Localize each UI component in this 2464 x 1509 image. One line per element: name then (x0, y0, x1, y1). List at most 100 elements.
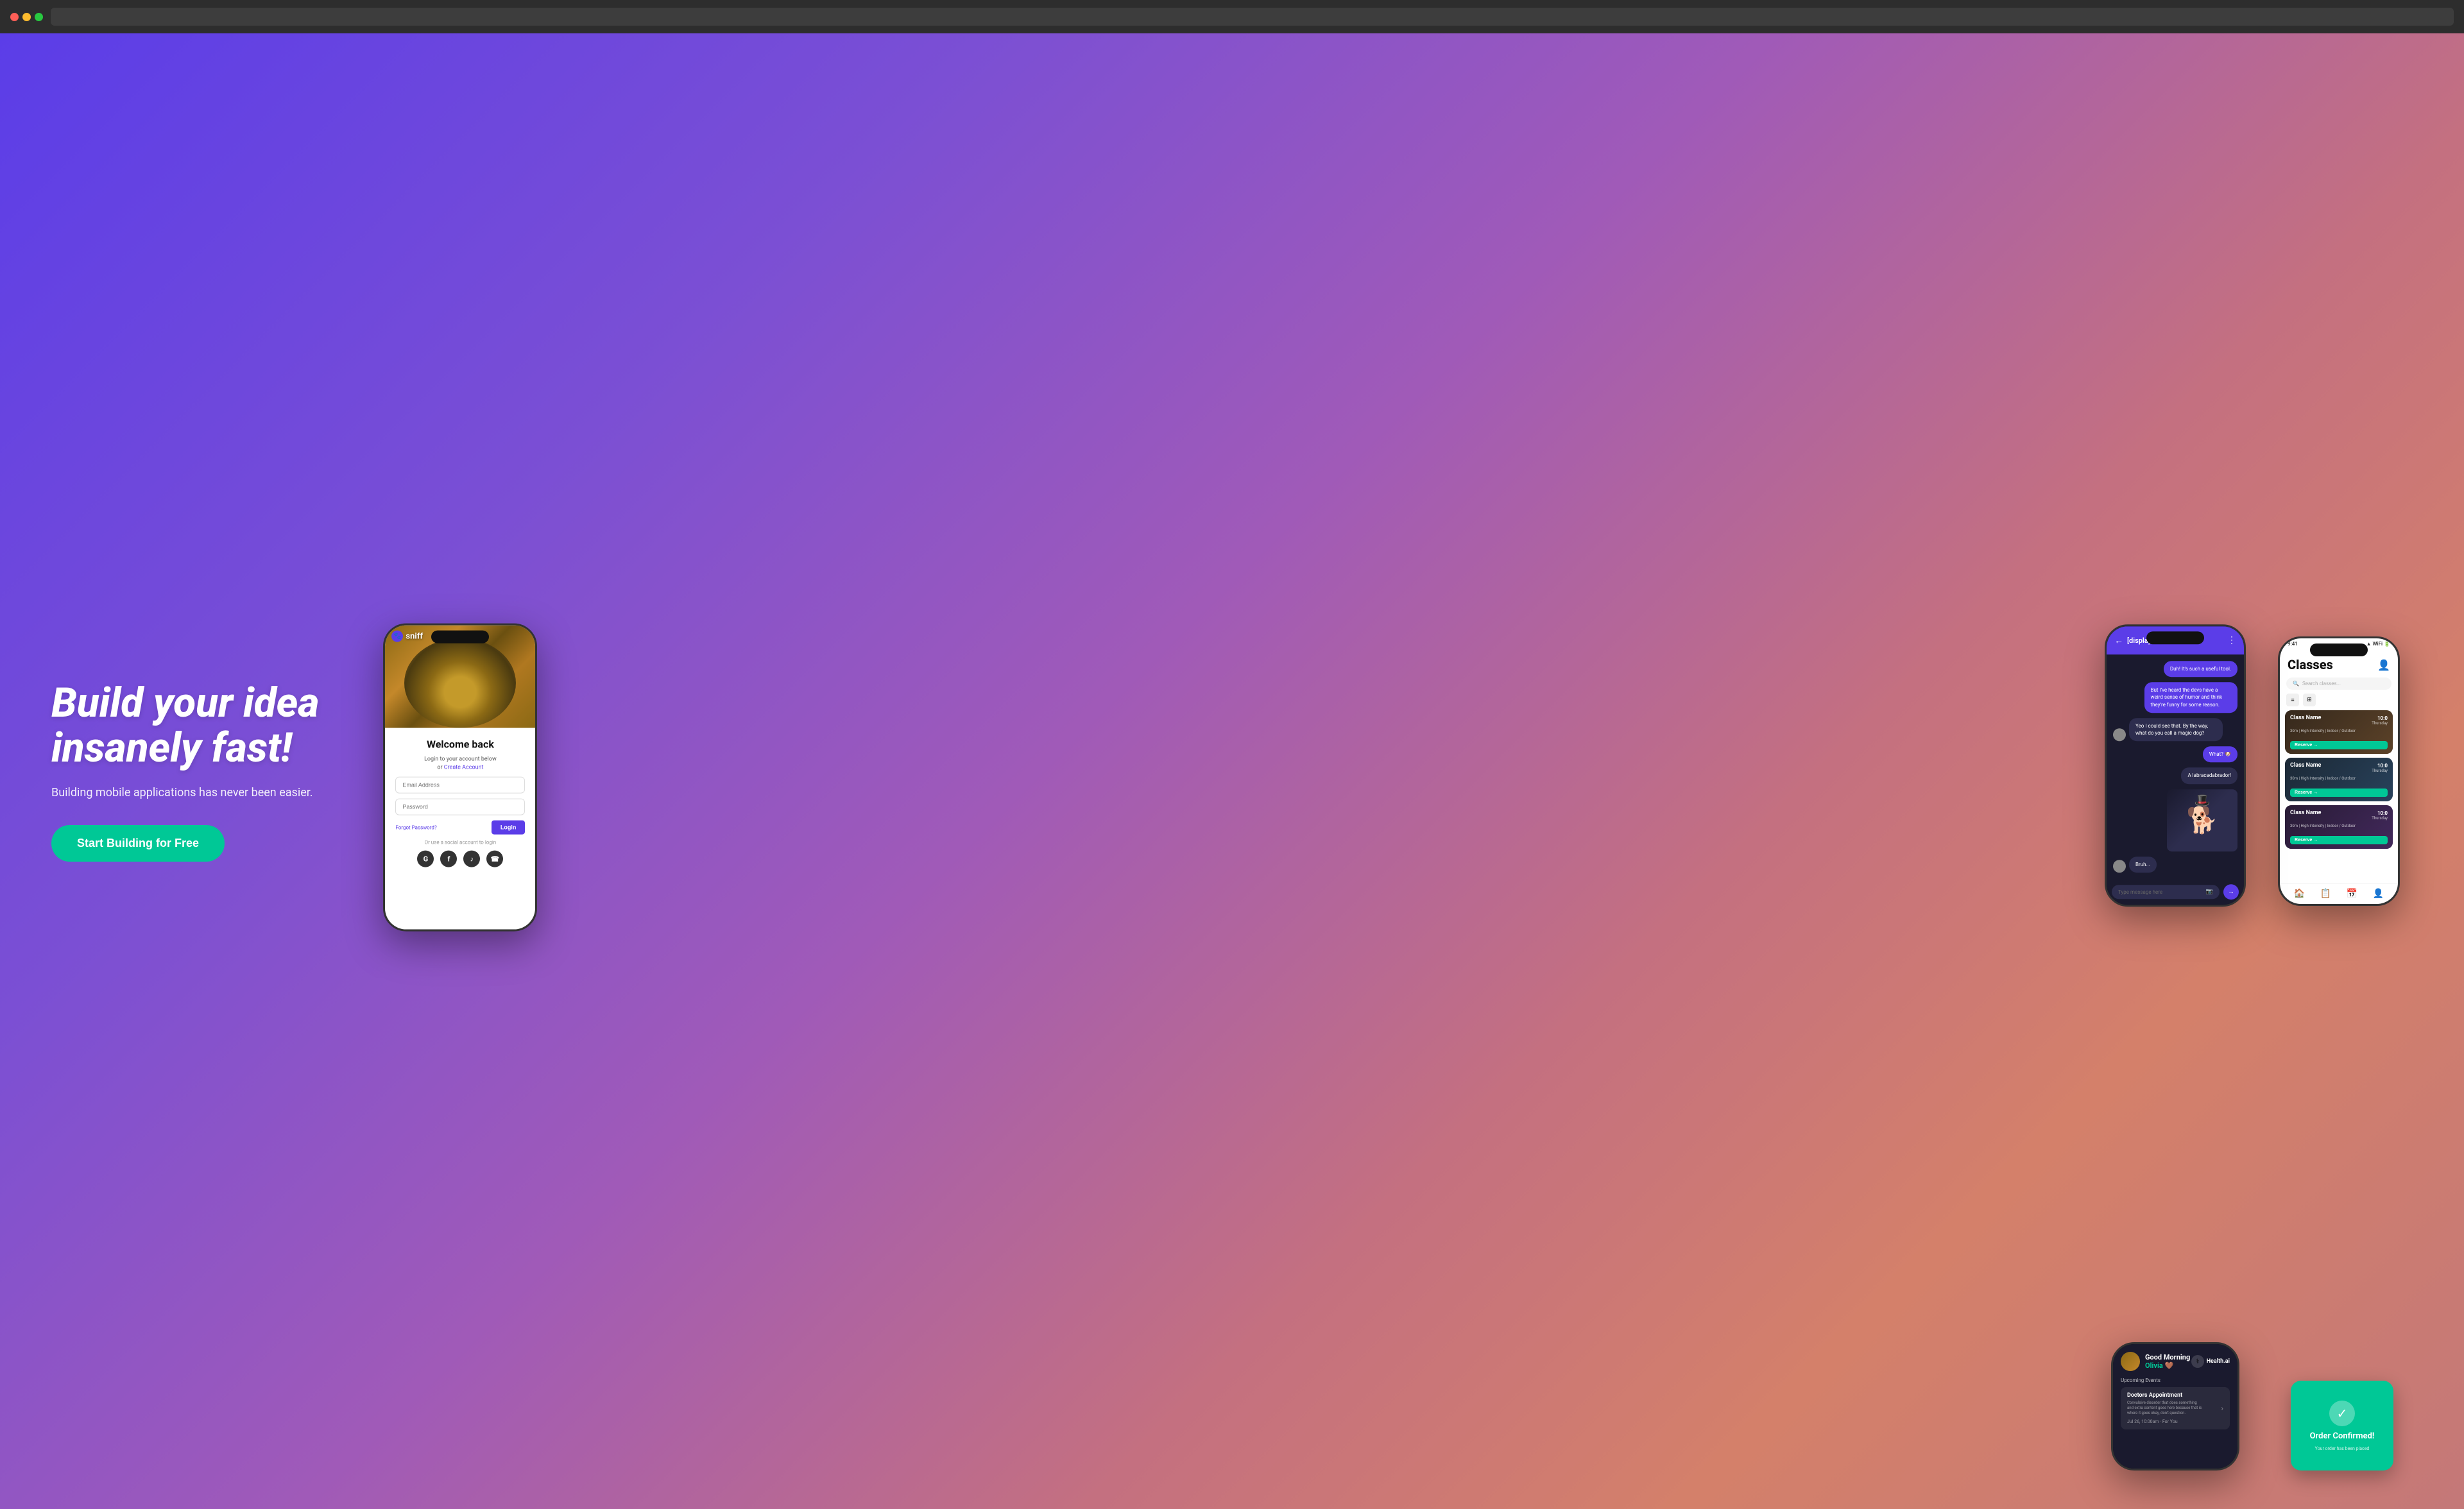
status-icons: ▲ WiFi 🔋 (2366, 641, 2390, 647)
reserve-button-2[interactable]: Reserve → (2290, 789, 2388, 797)
message-3: Yeo I could see that. By the way, what d… (2129, 718, 2223, 741)
classes-title: Classes (2288, 657, 2333, 672)
chat-phone-notch (2146, 631, 2204, 644)
chat-avatar (2113, 728, 2126, 741)
sniff-logo: 🐾 sniff (391, 631, 423, 642)
health-event-content: Doctors Appointment Convulsive disorder … (2127, 1392, 2204, 1424)
class-tags-3: 30m | High Intensity | Indoor / Outdoor (2290, 824, 2388, 828)
sniff-logo-icon: 🐾 (391, 631, 403, 642)
message-5: A labracadabrador! (2181, 768, 2237, 784)
social-text: Or use a social account to login (395, 840, 525, 846)
order-title: Order Confirmed! (2310, 1431, 2375, 1441)
login-forgot-row: Forgot Password? Login (395, 821, 525, 835)
message-2: But I've heard the devs have a weird sen… (2144, 682, 2238, 713)
sniff-logo-text: sniff (406, 631, 423, 641)
class-card-2: Class Name 30m | High Intensity | Indoor… (2285, 758, 2393, 801)
fullscreen-dot[interactable] (35, 13, 43, 21)
phone-login: 🐾 sniff Welcome back Login to your accou… (383, 624, 537, 932)
health-avatar (2121, 1352, 2140, 1371)
camera-icon: 📷 (2206, 889, 2213, 895)
event-desc: Convulsive disorder that does something … (2127, 1401, 2204, 1415)
chat-avatar-2 (2113, 860, 2126, 873)
login-sub: Login to your account below or Create Ac… (395, 756, 525, 772)
hero-subtitle: Building mobile applications has never b… (51, 786, 319, 799)
user-icon: 👤 (2377, 659, 2390, 671)
password-input[interactable] (395, 799, 525, 815)
address-bar[interactable] (51, 8, 2454, 26)
class-tags-2: 30m | High Intensity | Indoor / Outdoor (2290, 776, 2388, 781)
create-account-link[interactable]: Create Account (444, 764, 484, 771)
message-4: What? 🐶 (2203, 746, 2237, 762)
google-icon[interactable]: G (417, 851, 434, 867)
back-icon[interactable]: ← (2114, 635, 2123, 646)
health-username: Olivia 🤎 (2145, 1361, 2190, 1370)
close-dot[interactable] (10, 13, 19, 21)
class-tags-1: 30m | High Intensity | Indoor / Outdoor (2290, 729, 2388, 733)
facebook-icon[interactable]: f (440, 851, 457, 867)
chat-input-field[interactable]: Type message here 📷 (2112, 885, 2220, 899)
nav-home-icon[interactable]: 🏠 (2294, 889, 2305, 899)
health-screen: Good Morning Olivia 🤎 ⚕ Health.ai Upcomi… (2113, 1344, 2237, 1469)
health-greeting: Good Morning (2145, 1353, 2190, 1361)
event-name: Doctors Appointment (2127, 1392, 2204, 1399)
phone-icon[interactable]: ☎ (486, 851, 503, 867)
health-logo: ⚕ Health.ai (2191, 1355, 2230, 1368)
health-app-name: Health.ai (2207, 1358, 2230, 1365)
filter-icon-1[interactable]: ≡ (2286, 694, 2299, 706)
phone-classes: 9:41 ▲ WiFi 🔋 Classes 👤 🔍 Search classes… (2278, 636, 2400, 906)
hero-section: Build your idea insanely fast! Building … (0, 33, 2464, 1509)
forgot-password-link[interactable]: Forgot Password? (395, 824, 436, 830)
message-3-row: Yeo I could see that. By the way, what d… (2113, 718, 2237, 741)
login-button[interactable]: Login (492, 821, 526, 835)
phone-notch (431, 631, 489, 644)
minimize-dot[interactable] (22, 13, 31, 21)
login-body: Welcome back Login to your account below… (385, 728, 535, 930)
chat-input-area: Type message here 📷 → (2107, 879, 2244, 905)
dog-magic-image (2167, 789, 2237, 851)
chat-messages: Duh! It's such a useful tool. But I've h… (2107, 654, 2244, 879)
search-bar[interactable]: 🔍 Search classes... (2286, 678, 2391, 690)
message-6-row: Bruh... (2113, 857, 2237, 873)
nav-calendar-icon[interactable]: 📅 (2347, 889, 2357, 899)
send-button[interactable]: → (2223, 884, 2239, 899)
cta-button[interactable]: Start Building for Free (51, 825, 225, 862)
health-top: Good Morning Olivia 🤎 ⚕ Health.ai (2121, 1352, 2230, 1371)
music-icon[interactable]: ♪ (463, 851, 480, 867)
health-event-card: Doctors Appointment Convulsive disorder … (2121, 1387, 2230, 1429)
filter-icons: ≡ ⊞ (2280, 694, 2398, 710)
filter-icon-2[interactable]: ⊞ (2303, 694, 2316, 706)
message-1: Duh! It's such a useful tool. (2164, 661, 2237, 677)
message-6: Bruh... (2129, 857, 2157, 873)
order-confirmed-card: ✓ Order Confirmed! Your order has been p… (2291, 1381, 2393, 1471)
class-card-1: Class Name 30m | High Intensity | Indoor… (2285, 710, 2393, 754)
events-title: Upcoming Events (2121, 1377, 2230, 1383)
nav-classes-icon[interactable]: 📋 (2320, 889, 2331, 899)
class-time-2: 10:0 Thursday (2372, 763, 2388, 773)
health-user: Good Morning Olivia 🤎 (2121, 1352, 2190, 1371)
reserve-button-1[interactable]: Reserve → (2290, 741, 2388, 749)
order-check-icon: ✓ (2329, 1401, 2355, 1426)
search-icon: 🔍 (2293, 681, 2299, 686)
social-icons: G f ♪ ☎ (395, 851, 525, 867)
reserve-button-3[interactable]: Reserve → (2290, 836, 2388, 844)
class-time-1: 10:0 Thursday (2372, 715, 2388, 726)
search-placeholder: Search classes... (2302, 681, 2341, 686)
login-screen: 🐾 sniff Welcome back Login to your accou… (385, 626, 535, 930)
status-time: 9:41 (2288, 641, 2298, 647)
left-content: Build your idea insanely fast! Building … (51, 681, 319, 862)
email-input[interactable] (395, 777, 525, 794)
event-date: Jul 26, 10:00am · For You (2127, 1419, 2204, 1424)
chat-screen: ← [display_name] ⋮ Duh! It's such a usef… (2107, 626, 2244, 905)
nav-profile-icon[interactable]: 👤 (2373, 889, 2384, 899)
class-card-3: Class Name 30m | High Intensity | Indoor… (2285, 805, 2393, 849)
hero-title: Build your idea insanely fast! (51, 681, 319, 771)
phones-area: 🐾 sniff Welcome back Login to your accou… (319, 33, 2413, 1509)
classes-nav: 🏠 📋 📅 👤 (2280, 883, 2398, 904)
classes-screen: 9:41 ▲ WiFi 🔋 Classes 👤 🔍 Search classes… (2280, 638, 2398, 904)
health-greeting-block: Good Morning Olivia 🤎 (2145, 1353, 2190, 1370)
order-subtitle: Your order has been placed (2309, 1446, 2376, 1451)
more-icon[interactable]: ⋮ (2227, 635, 2236, 645)
class-time-3: 10:0 Thursday (2372, 810, 2388, 821)
classes-phone-notch (2310, 644, 2368, 656)
chat-input-placeholder: Type message here (2118, 889, 2162, 895)
